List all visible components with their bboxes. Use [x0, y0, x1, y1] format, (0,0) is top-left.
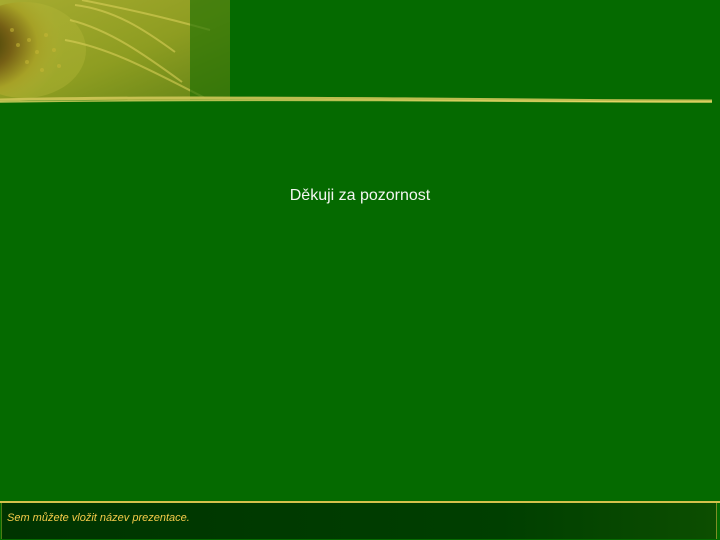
presentation-slide: Děkuji za pozornost Sem můžete vložit ná… [0, 0, 720, 540]
sunflower-icon [0, 0, 230, 100]
presentation-title-footer: Sem můžete vložit název prezentace. [7, 512, 190, 524]
thank-you-text: Děkuji za pozornost [289, 187, 431, 204]
sunflower-image [0, 0, 230, 100]
header-accent-line [0, 96, 712, 104]
header-accent-line-shape [0, 96, 712, 103]
